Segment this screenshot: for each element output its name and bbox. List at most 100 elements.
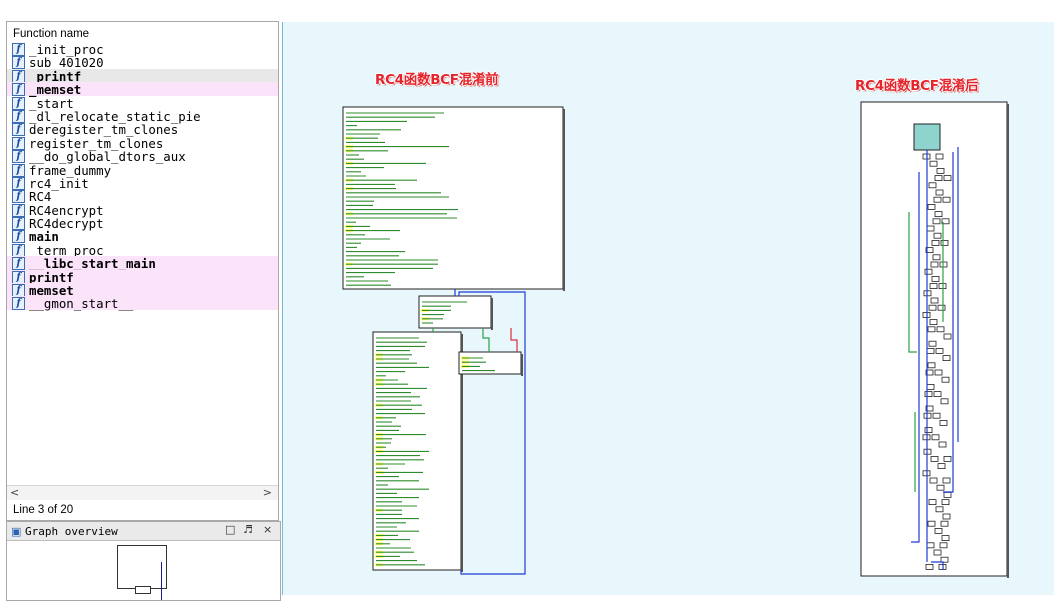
obfuscated-block (935, 212, 942, 217)
function-list-item[interactable]: f __do_global_dtors_aux (7, 149, 278, 162)
function-icon: f (12, 190, 25, 203)
obfuscated-block (926, 564, 933, 569)
obfuscated-block (925, 269, 932, 274)
obfuscated-block (932, 276, 939, 281)
functions-status-line: Line 3 of 20 (13, 504, 73, 516)
function-list-item[interactable]: f rc4_init (7, 176, 278, 189)
obfuscated-block (935, 370, 942, 375)
graph-overview-viewport[interactable] (117, 545, 167, 589)
loop-condition-block-shadow (491, 298, 493, 330)
function-list-item[interactable]: f _dl_relocate_static_pie (7, 109, 278, 122)
obfuscated-entry-block (914, 124, 940, 150)
function-icon: f (12, 97, 25, 110)
obfuscated-block (929, 183, 936, 188)
function-icon: f (12, 244, 25, 257)
function-icon: f (12, 284, 25, 297)
function-icon: f (12, 164, 25, 177)
maximize-button[interactable]: □ (225, 523, 235, 536)
obfuscated-block (928, 363, 935, 368)
function-icon: f (12, 177, 25, 190)
function-list-item[interactable]: f register_tm_clones (7, 136, 278, 149)
function-list-item[interactable]: f memset (7, 283, 278, 296)
function-list-item[interactable]: f printf (7, 270, 278, 283)
function-icon: f (12, 43, 25, 56)
obfuscated-block (928, 204, 935, 209)
function-list-item[interactable]: f __gmon_start__ (7, 296, 278, 309)
float-button[interactable]: ♬ (243, 523, 253, 536)
function-list-item[interactable]: f __libc_start_main (7, 256, 278, 269)
obfuscated-block (931, 262, 938, 267)
obfuscated-block (936, 154, 943, 159)
graph-overview-node (135, 586, 151, 594)
close-button[interactable]: × (263, 523, 272, 536)
function-icon: f (12, 217, 25, 230)
graph-overview-window: ▣ Graph overview □ ♬ × (6, 521, 281, 601)
obfuscated-block (942, 536, 949, 541)
functions-column-header[interactable]: Function name (13, 28, 89, 40)
scroll-left-arrow-icon[interactable]: < (10, 486, 19, 500)
edge-cond-to-exit (483, 328, 489, 352)
graph-view[interactable]: RC4函数BCF混淆前 RC4函数BCF混淆后 (282, 22, 1054, 595)
function-list-item[interactable]: f main (7, 229, 278, 242)
obfuscated-block (936, 190, 943, 195)
obfuscated-block (934, 550, 941, 555)
function-list-item[interactable]: f _term_proc (7, 243, 278, 256)
obfuscated-block (929, 341, 936, 346)
obfuscated-block (941, 521, 948, 526)
function-list-item[interactable]: f _printf (7, 69, 278, 82)
obfuscated-block (929, 500, 936, 505)
function-list-item[interactable]: f _memset (7, 82, 278, 95)
horizontal-scrollbar[interactable]: < > (7, 485, 278, 500)
obfuscated-block (930, 284, 937, 289)
obfuscated-block (935, 176, 942, 181)
obfuscated-block (941, 240, 948, 245)
scroll-right-arrow-icon[interactable]: > (263, 486, 272, 500)
obfuscated-block (943, 514, 950, 519)
obfuscated-graph-frame-shadow (1007, 104, 1009, 578)
function-icon: f (12, 230, 25, 243)
obfuscated-block (938, 464, 945, 469)
function-list-item[interactable]: f RC4encrypt (7, 203, 278, 216)
exit-block-shadow (521, 354, 523, 376)
function-icon: f (12, 204, 25, 217)
function-list-item[interactable]: f _init_proc (7, 42, 278, 55)
function-list-item[interactable]: f deregister_tm_clones (7, 122, 278, 135)
graph-overview-titlebar[interactable]: ▣ Graph overview □ ♬ × (7, 522, 280, 541)
obfuscated-block (933, 255, 940, 260)
function-list-item[interactable]: f _start (7, 96, 278, 109)
obfuscated-block (944, 492, 951, 497)
function-icon: f (12, 83, 25, 96)
obfuscated-block (940, 543, 947, 548)
function-name: __gmon_start__ (29, 296, 133, 311)
entry-basic-block-shadow (563, 109, 565, 291)
obfuscated-block (941, 399, 948, 404)
obfuscated-block (925, 428, 932, 433)
obfuscated-block (933, 219, 940, 224)
obfuscated-block (933, 413, 940, 418)
obfuscated-block (943, 478, 950, 483)
function-icon: f (12, 257, 25, 270)
obfuscated-block (944, 456, 951, 461)
obfuscated-block (939, 442, 946, 447)
function-list-item[interactable]: f frame_dummy (7, 163, 278, 176)
obfuscated-block (930, 478, 937, 483)
function-list-item[interactable]: f RC4decrypt (7, 216, 278, 229)
obfuscated-block (934, 197, 941, 202)
function-list-item[interactable]: f RC4 (7, 189, 278, 202)
obfuscated-block (934, 233, 941, 238)
obfuscated-block (938, 305, 945, 310)
control-flow-graphs (283, 22, 1054, 595)
obfuscated-block (930, 320, 937, 325)
graph-overview-edge (161, 562, 162, 600)
obfuscated-block (944, 176, 951, 181)
obfuscated-block (931, 456, 938, 461)
obfuscated-block (932, 435, 939, 440)
function-list-item[interactable]: f sub_401020 (7, 55, 278, 68)
function-icon: f (12, 137, 25, 150)
graph-overview-icon: ▣ (11, 525, 21, 538)
obfuscated-block (927, 226, 934, 231)
obfuscated-block (937, 327, 944, 332)
obfuscated-block (927, 348, 934, 353)
obfuscated-block (932, 240, 939, 245)
function-icon: f (12, 70, 25, 83)
